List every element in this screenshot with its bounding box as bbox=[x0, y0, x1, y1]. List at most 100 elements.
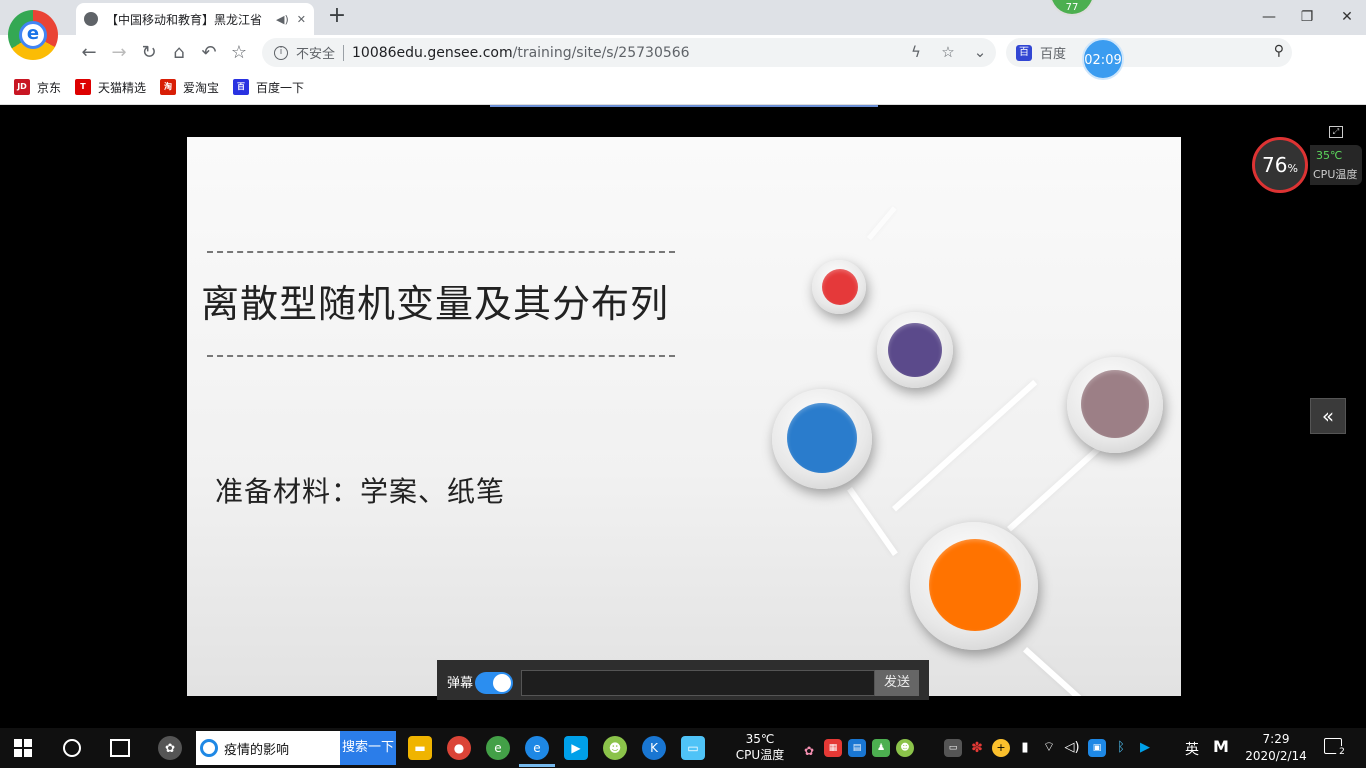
taskbar: ✿ 疫情的影响 搜索一下 ▬ ● e e ▶ ☻ K ▭ 35℃ CPU温度 ✿… bbox=[0, 728, 1366, 768]
ie-icon bbox=[200, 739, 218, 757]
paw-tray-icon[interactable]: ✽ bbox=[968, 739, 986, 757]
chrome-icon[interactable]: ● bbox=[447, 736, 471, 760]
circuit-line bbox=[1007, 446, 1101, 532]
plus-tray-icon[interactable]: + bbox=[992, 739, 1010, 757]
audio-icon[interactable]: ◀) bbox=[276, 13, 289, 26]
cortana-icon[interactable] bbox=[63, 739, 81, 757]
security-label: 不安全 bbox=[296, 47, 336, 62]
clock-time: 7:29 bbox=[1262, 732, 1290, 746]
player-tray-icon[interactable]: ▶ bbox=[1136, 739, 1154, 757]
taobao-icon: 淘 bbox=[160, 79, 177, 95]
browser-tab[interactable]: 【中国移动和教育】黑龙江省 ◀) ✕ bbox=[76, 3, 314, 35]
browser-e-icon[interactable]: e bbox=[525, 736, 549, 760]
cpu-temp-value: 35℃ bbox=[1316, 149, 1343, 162]
presentation-slide: 离散型随机变量及其分布列 准备材料：学案、纸笔 bbox=[187, 137, 1181, 696]
blue-dot bbox=[787, 403, 857, 473]
circuit-line bbox=[847, 487, 898, 556]
favorite-icon[interactable]: ☆ bbox=[938, 43, 958, 61]
home-button[interactable]: ⌂ bbox=[166, 40, 192, 66]
browser-logo-icon: e bbox=[8, 10, 58, 60]
blue-bubble bbox=[772, 389, 872, 489]
close-tab-icon[interactable]: ✕ bbox=[297, 13, 306, 26]
cpu-temp-label: CPU温度 bbox=[1313, 168, 1358, 181]
game-tray-icon[interactable]: ☻ bbox=[896, 739, 914, 757]
taskbar-clock[interactable]: 7:29 2020/2/14 bbox=[1242, 731, 1310, 765]
window-app-icon[interactable]: ▭ bbox=[681, 736, 705, 760]
collapse-panel-button[interactable]: « bbox=[1310, 398, 1346, 434]
slide-title: 离散型随机变量及其分布列 bbox=[201, 282, 670, 326]
info-icon[interactable]: i bbox=[274, 45, 288, 60]
forward-button[interactable]: → bbox=[106, 40, 132, 66]
dashed-divider bbox=[207, 355, 675, 357]
red-bubble bbox=[812, 260, 866, 314]
bookmark-label: 爱淘宝 bbox=[183, 80, 220, 95]
people-tray-icon[interactable]: ♟ bbox=[872, 739, 890, 757]
clock-date: 2020/2/14 bbox=[1245, 749, 1307, 763]
cpu-temp-panel: 35℃ CPU温度 bbox=[1310, 145, 1362, 185]
browser-green-icon[interactable]: e bbox=[486, 736, 510, 760]
battery-tray-icon[interactable]: ▮ bbox=[1016, 739, 1034, 757]
restore-button[interactable]: ❐ bbox=[1292, 4, 1322, 30]
back-button[interactable]: ← bbox=[76, 40, 102, 66]
danmaku-label: 弹幕 bbox=[447, 676, 474, 691]
doc-tray-icon[interactable]: ▤ bbox=[848, 739, 866, 757]
network-app-tray-icon[interactable]: ▣ bbox=[1088, 739, 1106, 757]
wifi-tray-icon[interactable]: ⌔ bbox=[1040, 739, 1058, 757]
timer-bubble[interactable]: 02:09 bbox=[1082, 38, 1124, 80]
url-path: /training/site/s/25730566 bbox=[512, 44, 690, 61]
bookmark-baidu[interactable]: 百 百度一下 bbox=[233, 79, 304, 96]
taskbar-search-input[interactable]: 疫情的影响 bbox=[196, 731, 340, 765]
bluetooth-tray-icon[interactable]: ᛒ bbox=[1112, 739, 1130, 757]
danmaku-input[interactable] bbox=[521, 670, 875, 696]
purple-dot bbox=[888, 323, 942, 377]
video-player: ⤢ 离散型随机变量及其分布列 准备材料：学案、纸笔 弹幕 发送 « bbox=[0, 105, 1366, 728]
search-icon[interactable]: ⚲ bbox=[1274, 43, 1284, 59]
volume-tray-icon[interactable]: ◁) bbox=[1063, 739, 1081, 757]
task-view-icon[interactable] bbox=[110, 739, 130, 757]
notification-count: 2 bbox=[1336, 746, 1348, 758]
bookmark-label: 百度一下 bbox=[256, 80, 305, 95]
circuit-line bbox=[892, 379, 1038, 512]
chevron-down-icon[interactable]: ⌄ bbox=[970, 43, 990, 61]
bookmark-label: 天猫精选 bbox=[98, 80, 147, 95]
tab-title: 【中国移动和教育】黑龙江省 bbox=[106, 12, 263, 27]
bookmark-aitaobao[interactable]: 淘 爱淘宝 bbox=[160, 79, 219, 96]
cpu-widget[interactable]: 76% 35℃ CPU温度 bbox=[1252, 137, 1366, 193]
bookmarks-bar: JD 京东 T 天猫精选 淘 爱淘宝 百 百度一下 bbox=[0, 70, 1366, 105]
baidu-paw-icon: 百 bbox=[1016, 44, 1032, 61]
globe-icon bbox=[84, 12, 98, 26]
taskbar-search-button[interactable]: 搜索一下 bbox=[340, 731, 396, 765]
danmaku-send-button[interactable]: 发送 bbox=[875, 670, 919, 696]
calendar-tray-icon[interactable]: ▦ bbox=[824, 739, 842, 757]
loading-line bbox=[490, 105, 878, 107]
close-window-button[interactable]: ✕ bbox=[1332, 4, 1362, 30]
address-bar[interactable]: i 不安全 10086edu.gensee.com /training/site… bbox=[262, 38, 996, 67]
undo-close-button[interactable]: ↶ bbox=[196, 40, 222, 66]
video-player-icon[interactable]: ▶ bbox=[564, 736, 588, 760]
ime-mode[interactable]: M bbox=[1213, 737, 1229, 756]
monitor-tray-icon[interactable]: ▭ bbox=[944, 739, 962, 757]
pinwheel-icon[interactable]: ✿ bbox=[158, 736, 182, 760]
search-bar[interactable]: 百 百度 ⚲ bbox=[1006, 38, 1292, 67]
bookmark-star-button[interactable]: ☆ bbox=[226, 40, 252, 66]
orange-dot bbox=[929, 539, 1021, 631]
lightning-icon[interactable]: ϟ bbox=[906, 43, 926, 61]
reload-button[interactable]: ↻ bbox=[136, 40, 162, 66]
ime-language[interactable]: 英 bbox=[1185, 739, 1199, 759]
jd-icon: JD bbox=[14, 79, 30, 95]
bookmark-label: 京东 bbox=[37, 80, 62, 95]
tab-bar: 【中国移动和教育】黑龙江省 ◀) ✕ + 77 — ❐ ✕ bbox=[0, 0, 1366, 35]
minimize-button[interactable]: — bbox=[1254, 4, 1284, 30]
game-icon[interactable]: ☻ bbox=[603, 736, 627, 760]
mauve-bubble bbox=[1067, 357, 1163, 453]
bookmark-jd[interactable]: JD 京东 bbox=[14, 79, 61, 96]
file-explorer-icon[interactable]: ▬ bbox=[408, 736, 432, 760]
k-app-icon[interactable]: K bbox=[642, 736, 666, 760]
taskbar-search-text: 疫情的影响 bbox=[224, 742, 290, 758]
flower-tray-icon[interactable]: ✿ bbox=[800, 739, 818, 758]
new-tab-button[interactable]: + bbox=[326, 5, 348, 29]
windows-start-icon[interactable] bbox=[14, 739, 32, 757]
bookmark-tmall[interactable]: T 天猫精选 bbox=[75, 79, 146, 96]
mauve-dot bbox=[1081, 370, 1149, 438]
danmaku-toggle[interactable] bbox=[475, 672, 513, 694]
